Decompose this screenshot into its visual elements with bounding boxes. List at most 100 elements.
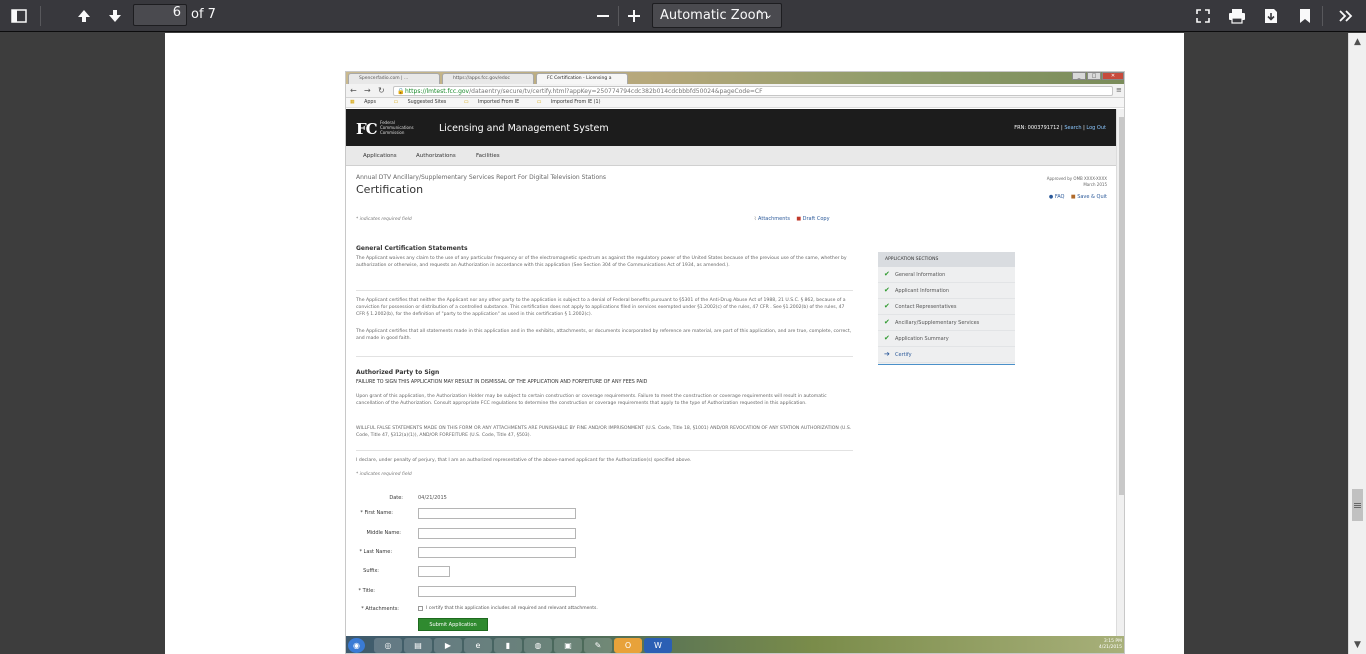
pdf-toolbar: 6 of 7 Automatic Zoom ⌃⌄ [0, 0, 1366, 32]
section-divider [356, 290, 853, 291]
browser-tab[interactable]: https://apps.fcc.gov/edoc [442, 73, 534, 84]
authorization-holder-text: Upon grant of this application, the Auth… [356, 394, 827, 406]
nav-authorizations[interactable]: Authorizations [416, 153, 456, 159]
menu-icon[interactable]: ≡ [1116, 86, 1122, 94]
pdf-page: Spencerfadio.com | ... https://apps.fcc.… [165, 33, 1184, 654]
word-taskbar-icon[interactable]: W [644, 638, 672, 653]
next-page-icon[interactable] [102, 4, 128, 28]
maximize-icon[interactable]: □ [1087, 72, 1101, 80]
bookmark-imported-ie-1[interactable]: ▭ Imported From IE (1) [537, 100, 609, 105]
bookmark-imported-ie[interactable]: ▭ Imported From IE [464, 100, 527, 105]
title-label: * Title: [358, 588, 376, 594]
bookmark-icon[interactable] [1292, 4, 1318, 28]
explorer-taskbar-icon[interactable]: ▤ [404, 638, 432, 653]
form-subtitle: Annual DTV Ancillary/Supplementary Servi… [356, 174, 607, 181]
folder-icon: ▭ [536, 100, 542, 105]
windows-taskbar: ◉ ◎ ▤ ▶ e ▮ ◍ ▣ ✎ O W 3:15 PM 4/21/2015 [346, 636, 1124, 653]
scrollbar-thumb[interactable] [1352, 489, 1363, 521]
header-links: ● FAQ ■ Save & Quit [1049, 194, 1107, 200]
browser-tab[interactable]: Spencerfadio.com | ... [348, 73, 440, 84]
media-taskbar-icon[interactable]: ▶ [434, 638, 462, 653]
nav-facilities[interactable]: Facilities [476, 153, 500, 159]
section-certify[interactable]: ➔ Certify [878, 347, 1015, 363]
network-taskbar-icon[interactable]: ▣ [554, 638, 582, 653]
section-applicant-information[interactable]: ✔ Applicant Information [878, 283, 1015, 299]
check-icon: ✔ [884, 302, 890, 310]
close-icon[interactable]: ✕ [1102, 72, 1124, 80]
viewer-scrollbar[interactable]: ▲ ▼ [1348, 33, 1366, 654]
check-icon: ✔ [884, 318, 890, 326]
attachments-checkbox[interactable] [418, 606, 423, 611]
folder-icon: ▭ [393, 100, 399, 105]
last-name-input[interactable] [418, 547, 576, 558]
site-nav: Applications Authorizations Facilities [346, 146, 1116, 166]
sidebar-toggle-icon[interactable] [6, 4, 32, 28]
attachments-label: * Attachments: [361, 606, 399, 612]
presentation-mode-icon[interactable] [1190, 4, 1216, 28]
app-taskbar-icon[interactable]: ▮ [494, 638, 522, 653]
zoom-select[interactable]: Automatic Zoom ⌃⌄ [652, 3, 782, 28]
first-name-label: * First Name: [360, 510, 393, 516]
paint-taskbar-icon[interactable]: ✎ [584, 638, 612, 653]
start-button-icon[interactable]: ◉ [348, 638, 365, 653]
general-statement-2: The Applicant certifies that neither the… [356, 298, 846, 317]
toolbar-divider [1322, 6, 1323, 26]
previous-page-icon[interactable] [71, 4, 97, 28]
bookmark-suggested-sites[interactable]: ▭ Suggested Sites [393, 100, 454, 105]
download-icon[interactable] [1258, 4, 1284, 28]
tools-menu-icon[interactable] [1333, 4, 1359, 28]
tray-date: 4/21/2015 [1098, 645, 1122, 650]
page-title: Certification [356, 183, 424, 196]
submit-application-button[interactable]: Submit Application [418, 618, 488, 631]
forward-arrow-icon[interactable]: → [364, 86, 371, 95]
bookmarks-bar: ▦ Apps ▭ Suggested Sites ▭ Imported From… [346, 98, 1124, 108]
ie-taskbar-icon[interactable]: e [464, 638, 492, 653]
section-ancillary-services[interactable]: ✔ Ancillary/Supplementary Services [878, 315, 1015, 331]
url-input[interactable]: 🔒 https://lmtest.fcc.gov/dataentry/secur… [393, 86, 1113, 96]
zoom-out-icon[interactable] [590, 4, 616, 28]
minimize-icon[interactable]: _ [1072, 72, 1086, 80]
site-title: Licensing and Management System [439, 123, 609, 134]
middle-name-input[interactable] [418, 528, 576, 539]
chrome-taskbar-icon[interactable]: ◎ [374, 638, 402, 653]
apps-icon: ▦ [350, 100, 355, 105]
outlook-taskbar-icon[interactable]: O [614, 638, 642, 653]
section-application-summary[interactable]: ✔ Application Summary [878, 331, 1015, 347]
application-sections-header: APPLICATION SECTIONS [878, 252, 1015, 267]
suffix-input[interactable] [418, 566, 450, 577]
search-link[interactable]: Search [1064, 125, 1081, 131]
middle-name-label: Middle Name: [366, 530, 401, 536]
reload-icon[interactable]: ↻ [378, 86, 385, 95]
faq-link[interactable]: ● FAQ [1049, 194, 1065, 200]
browser-tab-active[interactable]: FC Certification - Licensing a [536, 73, 628, 84]
section-contact-representatives[interactable]: ✔ Contact Representatives [878, 299, 1015, 315]
save-icon: ■ [1070, 194, 1076, 200]
print-icon[interactable] [1224, 4, 1250, 28]
back-arrow-icon[interactable]: ← [350, 86, 357, 95]
zoom-in-icon[interactable] [621, 4, 647, 28]
section-divider [356, 356, 853, 357]
save-quit-link[interactable]: ■ Save & Quit [1071, 194, 1107, 200]
title-input[interactable] [418, 586, 576, 597]
fcc-logo[interactable]: FC [356, 120, 378, 138]
pdf-icon: ■ [796, 216, 802, 222]
url-path: /dataentry/secure/tv/certify.html?appKey… [469, 88, 763, 95]
help-icon: ● [1048, 194, 1054, 200]
scroll-up-icon[interactable]: ▲ [1349, 33, 1366, 50]
browser-address-bar: ← → ↻ 🔒 https://lmtest.fcc.gov/dataentry… [346, 84, 1124, 98]
scroll-down-icon[interactable]: ▼ [1349, 636, 1366, 653]
fcc-logo-text: Federal Communications Commission [380, 120, 414, 135]
url-secure-part: https://lmtest.fcc.gov [405, 88, 470, 95]
page-number-input[interactable]: 6 [133, 4, 187, 26]
nav-applications[interactable]: Applications [363, 153, 397, 159]
draft-copy-link[interactable]: ■ Draft Copy [796, 216, 829, 222]
suffix-label: Suffix: [363, 568, 379, 574]
attachments-link[interactable]: ⌇ Attachments [754, 216, 790, 222]
site-header: FC Federal Communications Commission Lic… [346, 109, 1116, 146]
last-name-label: * Last Name: [359, 549, 392, 555]
firefox-taskbar-icon[interactable]: ◍ [524, 638, 552, 653]
section-general-information[interactable]: ✔ General Information [878, 267, 1015, 283]
first-name-input[interactable] [418, 508, 576, 519]
bookmark-apps[interactable]: ▦ Apps [350, 100, 384, 105]
logout-link[interactable]: Log Out [1086, 125, 1106, 131]
